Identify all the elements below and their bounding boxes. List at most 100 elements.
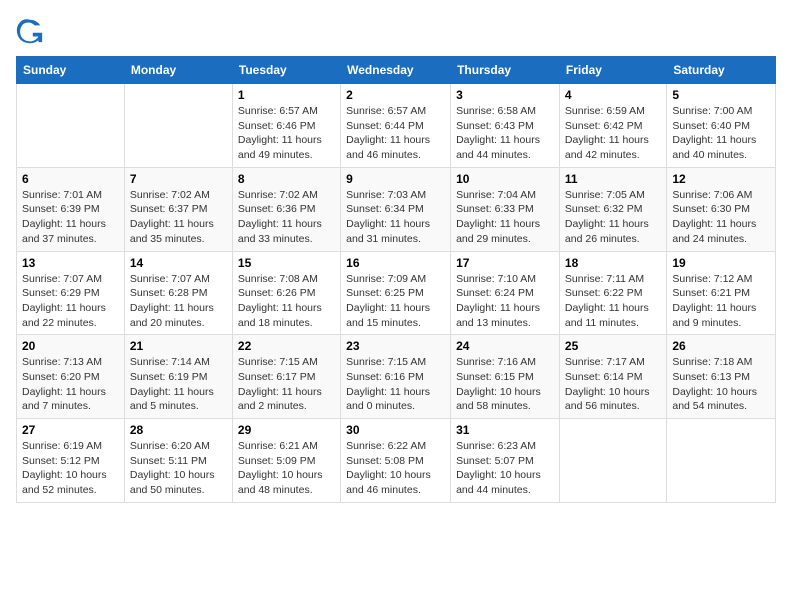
calendar-cell: 29 Sunrise: 6:21 AM Sunset: 5:09 PM Dayli… <box>232 419 340 503</box>
calendar-cell: 14 Sunrise: 7:07 AM Sunset: 6:28 PM Dayli… <box>124 251 232 335</box>
day-info: Sunrise: 6:59 AM Sunset: 6:42 PM Dayligh… <box>565 104 661 163</box>
logo <box>16 16 48 44</box>
calendar-cell: 16 Sunrise: 7:09 AM Sunset: 6:25 PM Dayli… <box>341 251 451 335</box>
calendar-cell: 4 Sunrise: 6:59 AM Sunset: 6:42 PM Daylig… <box>559 84 666 168</box>
day-info: Sunrise: 6:20 AM Sunset: 5:11 PM Dayligh… <box>130 439 227 498</box>
week-row-5: 27 Sunrise: 6:19 AM Sunset: 5:12 PM Dayli… <box>17 419 776 503</box>
day-number: 28 <box>130 423 227 437</box>
day-number: 19 <box>672 256 770 270</box>
day-info: Sunrise: 6:22 AM Sunset: 5:08 PM Dayligh… <box>346 439 445 498</box>
day-info: Sunrise: 7:14 AM Sunset: 6:19 PM Dayligh… <box>130 355 227 414</box>
weekday-header-thursday: Thursday <box>451 57 560 84</box>
day-info: Sunrise: 6:21 AM Sunset: 5:09 PM Dayligh… <box>238 439 335 498</box>
day-number: 10 <box>456 172 554 186</box>
calendar-cell: 1 Sunrise: 6:57 AM Sunset: 6:46 PM Daylig… <box>232 84 340 168</box>
day-info: Sunrise: 7:06 AM Sunset: 6:30 PM Dayligh… <box>672 188 770 247</box>
day-number: 17 <box>456 256 554 270</box>
day-number: 22 <box>238 339 335 353</box>
calendar-cell: 30 Sunrise: 6:22 AM Sunset: 5:08 PM Dayli… <box>341 419 451 503</box>
calendar-table: SundayMondayTuesdayWednesdayThursdayFrid… <box>16 56 776 503</box>
day-number: 26 <box>672 339 770 353</box>
day-info: Sunrise: 7:16 AM Sunset: 6:15 PM Dayligh… <box>456 355 554 414</box>
day-info: Sunrise: 6:57 AM Sunset: 6:44 PM Dayligh… <box>346 104 445 163</box>
day-number: 6 <box>22 172 119 186</box>
day-number: 20 <box>22 339 119 353</box>
calendar-cell: 17 Sunrise: 7:10 AM Sunset: 6:24 PM Dayli… <box>451 251 560 335</box>
weekday-header-friday: Friday <box>559 57 666 84</box>
calendar-cell: 9Sunrise: 7:03 AM Sunset: 6:34 PM Daylig… <box>341 167 451 251</box>
day-number: 14 <box>130 256 227 270</box>
week-row-4: 20 Sunrise: 7:13 AM Sunset: 6:20 PM Dayli… <box>17 335 776 419</box>
day-number: 31 <box>456 423 554 437</box>
day-info: Sunrise: 7:02 AM Sunset: 6:36 PM Dayligh… <box>238 188 335 247</box>
calendar-cell: 27 Sunrise: 6:19 AM Sunset: 5:12 PM Dayli… <box>17 419 125 503</box>
calendar-cell: 7 Sunrise: 7:02 AM Sunset: 6:37 PM Daylig… <box>124 167 232 251</box>
calendar-cell <box>559 419 666 503</box>
day-info: Sunrise: 7:08 AM Sunset: 6:26 PM Dayligh… <box>238 272 335 331</box>
day-info: Sunrise: 7:07 AM Sunset: 6:28 PM Dayligh… <box>130 272 227 331</box>
calendar-cell: 8 Sunrise: 7:02 AM Sunset: 6:36 PM Daylig… <box>232 167 340 251</box>
day-info: Sunrise: 7:12 AM Sunset: 6:21 PM Dayligh… <box>672 272 770 331</box>
weekday-header-row: SundayMondayTuesdayWednesdayThursdayFrid… <box>17 57 776 84</box>
calendar-cell: 2Sunrise: 6:57 AM Sunset: 6:44 PM Daylig… <box>341 84 451 168</box>
day-number: 16 <box>346 256 445 270</box>
calendar-cell: 11Sunrise: 7:05 AM Sunset: 6:32 PM Dayli… <box>559 167 666 251</box>
day-info: Sunrise: 7:11 AM Sunset: 6:22 PM Dayligh… <box>565 272 661 331</box>
day-number: 11 <box>565 172 661 186</box>
weekday-header-monday: Monday <box>124 57 232 84</box>
weekday-header-wednesday: Wednesday <box>341 57 451 84</box>
calendar-cell <box>124 84 232 168</box>
calendar-cell: 20 Sunrise: 7:13 AM Sunset: 6:20 PM Dayli… <box>17 335 125 419</box>
weekday-header-sunday: Sunday <box>17 57 125 84</box>
day-number: 18 <box>565 256 661 270</box>
weekday-header-tuesday: Tuesday <box>232 57 340 84</box>
day-number: 13 <box>22 256 119 270</box>
day-info: Sunrise: 6:23 AM Sunset: 5:07 PM Dayligh… <box>456 439 554 498</box>
page-header <box>16 16 776 44</box>
day-number: 27 <box>22 423 119 437</box>
day-info: Sunrise: 7:03 AM Sunset: 6:34 PM Dayligh… <box>346 188 445 247</box>
day-info: Sunrise: 7:07 AM Sunset: 6:29 PM Dayligh… <box>22 272 119 331</box>
day-number: 4 <box>565 88 661 102</box>
day-info: Sunrise: 7:15 AM Sunset: 6:17 PM Dayligh… <box>238 355 335 414</box>
day-info: Sunrise: 6:57 AM Sunset: 6:46 PM Dayligh… <box>238 104 335 163</box>
calendar-cell <box>667 419 776 503</box>
logo-icon <box>16 16 44 44</box>
day-info: Sunrise: 7:02 AM Sunset: 6:37 PM Dayligh… <box>130 188 227 247</box>
calendar-cell: 19 Sunrise: 7:12 AM Sunset: 6:21 PM Dayli… <box>667 251 776 335</box>
day-number: 3 <box>456 88 554 102</box>
calendar-cell: 15 Sunrise: 7:08 AM Sunset: 6:26 PM Dayli… <box>232 251 340 335</box>
calendar-cell: 31 Sunrise: 6:23 AM Sunset: 5:07 PM Dayli… <box>451 419 560 503</box>
day-info: Sunrise: 6:19 AM Sunset: 5:12 PM Dayligh… <box>22 439 119 498</box>
calendar-cell: 18 Sunrise: 7:11 AM Sunset: 6:22 PM Dayli… <box>559 251 666 335</box>
week-row-1: 1 Sunrise: 6:57 AM Sunset: 6:46 PM Daylig… <box>17 84 776 168</box>
day-number: 30 <box>346 423 445 437</box>
day-info: Sunrise: 7:04 AM Sunset: 6:33 PM Dayligh… <box>456 188 554 247</box>
day-number: 15 <box>238 256 335 270</box>
day-info: Sunrise: 7:13 AM Sunset: 6:20 PM Dayligh… <box>22 355 119 414</box>
calendar-cell: 3 Sunrise: 6:58 AM Sunset: 6:43 PM Daylig… <box>451 84 560 168</box>
day-info: Sunrise: 7:18 AM Sunset: 6:13 PM Dayligh… <box>672 355 770 414</box>
calendar-cell: 28 Sunrise: 6:20 AM Sunset: 5:11 PM Dayli… <box>124 419 232 503</box>
day-number: 29 <box>238 423 335 437</box>
calendar-cell <box>17 84 125 168</box>
day-info: Sunrise: 7:09 AM Sunset: 6:25 PM Dayligh… <box>346 272 445 331</box>
day-info: Sunrise: 6:58 AM Sunset: 6:43 PM Dayligh… <box>456 104 554 163</box>
calendar-cell: 25Sunrise: 7:17 AM Sunset: 6:14 PM Dayli… <box>559 335 666 419</box>
day-info: Sunrise: 7:10 AM Sunset: 6:24 PM Dayligh… <box>456 272 554 331</box>
calendar-cell: 12Sunrise: 7:06 AM Sunset: 6:30 PM Dayli… <box>667 167 776 251</box>
calendar-cell: 13 Sunrise: 7:07 AM Sunset: 6:29 PM Dayli… <box>17 251 125 335</box>
day-number: 1 <box>238 88 335 102</box>
day-number: 7 <box>130 172 227 186</box>
calendar-cell: 5Sunrise: 7:00 AM Sunset: 6:40 PM Daylig… <box>667 84 776 168</box>
day-number: 21 <box>130 339 227 353</box>
calendar-cell: 26 Sunrise: 7:18 AM Sunset: 6:13 PM Dayli… <box>667 335 776 419</box>
calendar-cell: 24 Sunrise: 7:16 AM Sunset: 6:15 PM Dayli… <box>451 335 560 419</box>
day-number: 24 <box>456 339 554 353</box>
calendar-cell: 21 Sunrise: 7:14 AM Sunset: 6:19 PM Dayli… <box>124 335 232 419</box>
day-info: Sunrise: 7:17 AM Sunset: 6:14 PM Dayligh… <box>565 355 661 414</box>
day-number: 8 <box>238 172 335 186</box>
calendar-cell: 10 Sunrise: 7:04 AM Sunset: 6:33 PM Dayli… <box>451 167 560 251</box>
day-info: Sunrise: 7:01 AM Sunset: 6:39 PM Dayligh… <box>22 188 119 247</box>
day-info: Sunrise: 7:00 AM Sunset: 6:40 PM Dayligh… <box>672 104 770 163</box>
